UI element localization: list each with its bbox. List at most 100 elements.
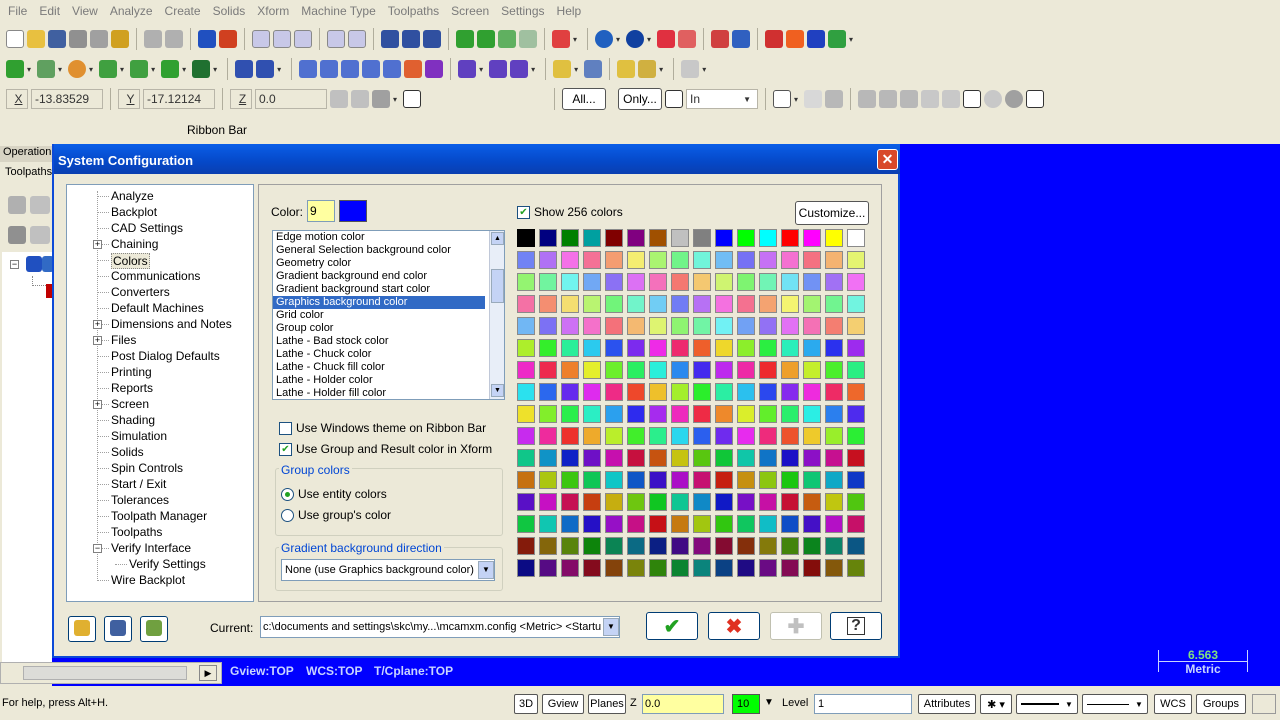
color-swatch[interactable]: [605, 515, 623, 533]
color-swatch[interactable]: [759, 537, 777, 555]
color-swatch[interactable]: [539, 229, 557, 247]
fillet-icon[interactable]: [130, 60, 149, 78]
color-list-item[interactable]: Group color: [273, 322, 485, 335]
apply-button[interactable]: ✚: [770, 612, 822, 640]
relative-icon[interactable]: [372, 90, 390, 108]
color-swatch[interactable]: [517, 537, 535, 555]
color-swatch[interactable]: [737, 295, 755, 313]
units-select[interactable]: In ▼: [686, 89, 759, 109]
tree-item-shading[interactable]: Shading: [111, 413, 155, 427]
color-list-item[interactable]: Graphics background color: [273, 296, 485, 309]
color-swatch[interactable]: [539, 449, 557, 467]
rectangle-icon[interactable]: [99, 60, 118, 78]
color-swatch[interactable]: [847, 339, 865, 357]
color-swatch[interactable]: [825, 317, 843, 335]
color-swatch[interactable]: [781, 229, 799, 247]
project-icon[interactable]: [404, 60, 423, 78]
color-swatch[interactable]: [825, 273, 843, 291]
color-swatch[interactable]: [627, 383, 645, 401]
pencil-icon[interactable]: [617, 60, 636, 78]
color-swatch[interactable]: [693, 229, 711, 247]
color-swatch[interactable]: [825, 471, 843, 489]
color-swatch[interactable]: [627, 493, 645, 511]
color-swatch[interactable]: [517, 361, 535, 379]
color-swatch[interactable]: [759, 559, 777, 577]
select-all-ops-icon[interactable]: [8, 196, 26, 214]
line-style-select[interactable]: ▼: [1016, 694, 1078, 714]
color-swatch[interactable]: [539, 493, 557, 511]
color-swatch[interactable]: [627, 317, 645, 335]
color-swatch[interactable]: [737, 273, 755, 291]
group-result-checkbox[interactable]: ✔: [279, 442, 292, 456]
color-swatch[interactable]: [583, 493, 601, 511]
color-swatch[interactable]: [847, 383, 865, 401]
color-swatch[interactable]: [605, 383, 623, 401]
color-swatch[interactable]: [759, 251, 777, 269]
color-swatch[interactable]: [737, 339, 755, 357]
color-swatch[interactable]: [825, 229, 843, 247]
color-swatch[interactable]: [649, 537, 667, 555]
color-swatch[interactable]: [759, 515, 777, 533]
color-swatch[interactable]: [737, 229, 755, 247]
color-swatch[interactable]: [671, 251, 689, 269]
group-color-option[interactable]: Use group's color: [281, 508, 391, 522]
color-swatch[interactable]: [517, 493, 535, 511]
z-coordinate-field[interactable]: 0.0: [255, 89, 327, 109]
undo-icon[interactable]: [144, 30, 162, 48]
color-swatch[interactable]: [825, 449, 843, 467]
color-swatch[interactable]: [737, 471, 755, 489]
expand-icon[interactable]: +: [93, 320, 102, 329]
color-swatch[interactable]: [737, 559, 755, 577]
point-style-select[interactable]: ✱ ▾: [980, 694, 1012, 714]
color-swatch[interactable]: [693, 493, 711, 511]
color-swatch[interactable]: [539, 361, 557, 379]
ok-button[interactable]: ✔: [646, 612, 698, 640]
menu-help[interactable]: Help: [551, 4, 588, 18]
color-swatch[interactable]: [825, 361, 843, 379]
color-swatch[interactable]: [539, 339, 557, 357]
color-list-item[interactable]: Gradient background end color: [273, 270, 485, 283]
x-coordinate-field[interactable]: -13.83529: [31, 89, 103, 109]
color-swatch[interactable]: [803, 405, 821, 423]
save-icon[interactable]: [48, 30, 66, 48]
all-button[interactable]: All...: [562, 88, 607, 110]
color-swatch[interactable]: [627, 339, 645, 357]
color-swatch[interactable]: [671, 229, 689, 247]
select-dirty-ops-icon[interactable]: [30, 196, 50, 214]
color-swatch[interactable]: [847, 493, 865, 511]
stretch-icon[interactable]: [458, 60, 477, 78]
color-swatch[interactable]: [847, 251, 865, 269]
chevron-down-icon[interactable]: ▼: [478, 561, 494, 579]
color-swatch[interactable]: [781, 295, 799, 313]
color-swatch[interactable]: [715, 537, 733, 555]
color-swatch[interactable]: [693, 515, 711, 533]
tree-item-simulation[interactable]: Simulation: [111, 429, 167, 443]
color-swatch[interactable]: [561, 339, 579, 357]
color-swatch[interactable]: [671, 471, 689, 489]
color-swatch[interactable]: [605, 405, 623, 423]
color-swatch[interactable]: [715, 361, 733, 379]
scale-icon[interactable]: [362, 60, 381, 78]
color-swatch[interactable]: [693, 471, 711, 489]
sigma-icon[interactable]: [807, 30, 826, 48]
color-swatch[interactable]: [583, 537, 601, 555]
color-swatch[interactable]: [803, 449, 821, 467]
line-width-select[interactable]: ▼: [1082, 694, 1148, 714]
select-polygon-icon[interactable]: [858, 90, 877, 108]
color-swatch[interactable]: [649, 317, 667, 335]
tree-item-solids[interactable]: Solids: [111, 445, 144, 459]
attributes-button[interactable]: Attributes: [918, 694, 976, 714]
expand-icon[interactable]: −: [10, 260, 19, 269]
tree-item-printing[interactable]: Printing: [111, 365, 152, 379]
wcs-button[interactable]: WCS: [1154, 694, 1192, 714]
tree-item-verify-settings[interactable]: Verify Settings: [129, 557, 206, 571]
color-swatch[interactable]: [825, 339, 843, 357]
color-swatch[interactable]: [561, 449, 579, 467]
entity-colors-radio[interactable]: [281, 487, 294, 501]
color-swatch[interactable]: [539, 559, 557, 577]
color-swatch[interactable]: [715, 515, 733, 533]
color-swatch[interactable]: [825, 383, 843, 401]
color-swatch[interactable]: [737, 361, 755, 379]
highlight-icon[interactable]: [638, 60, 657, 78]
color-swatch[interactable]: [649, 229, 667, 247]
